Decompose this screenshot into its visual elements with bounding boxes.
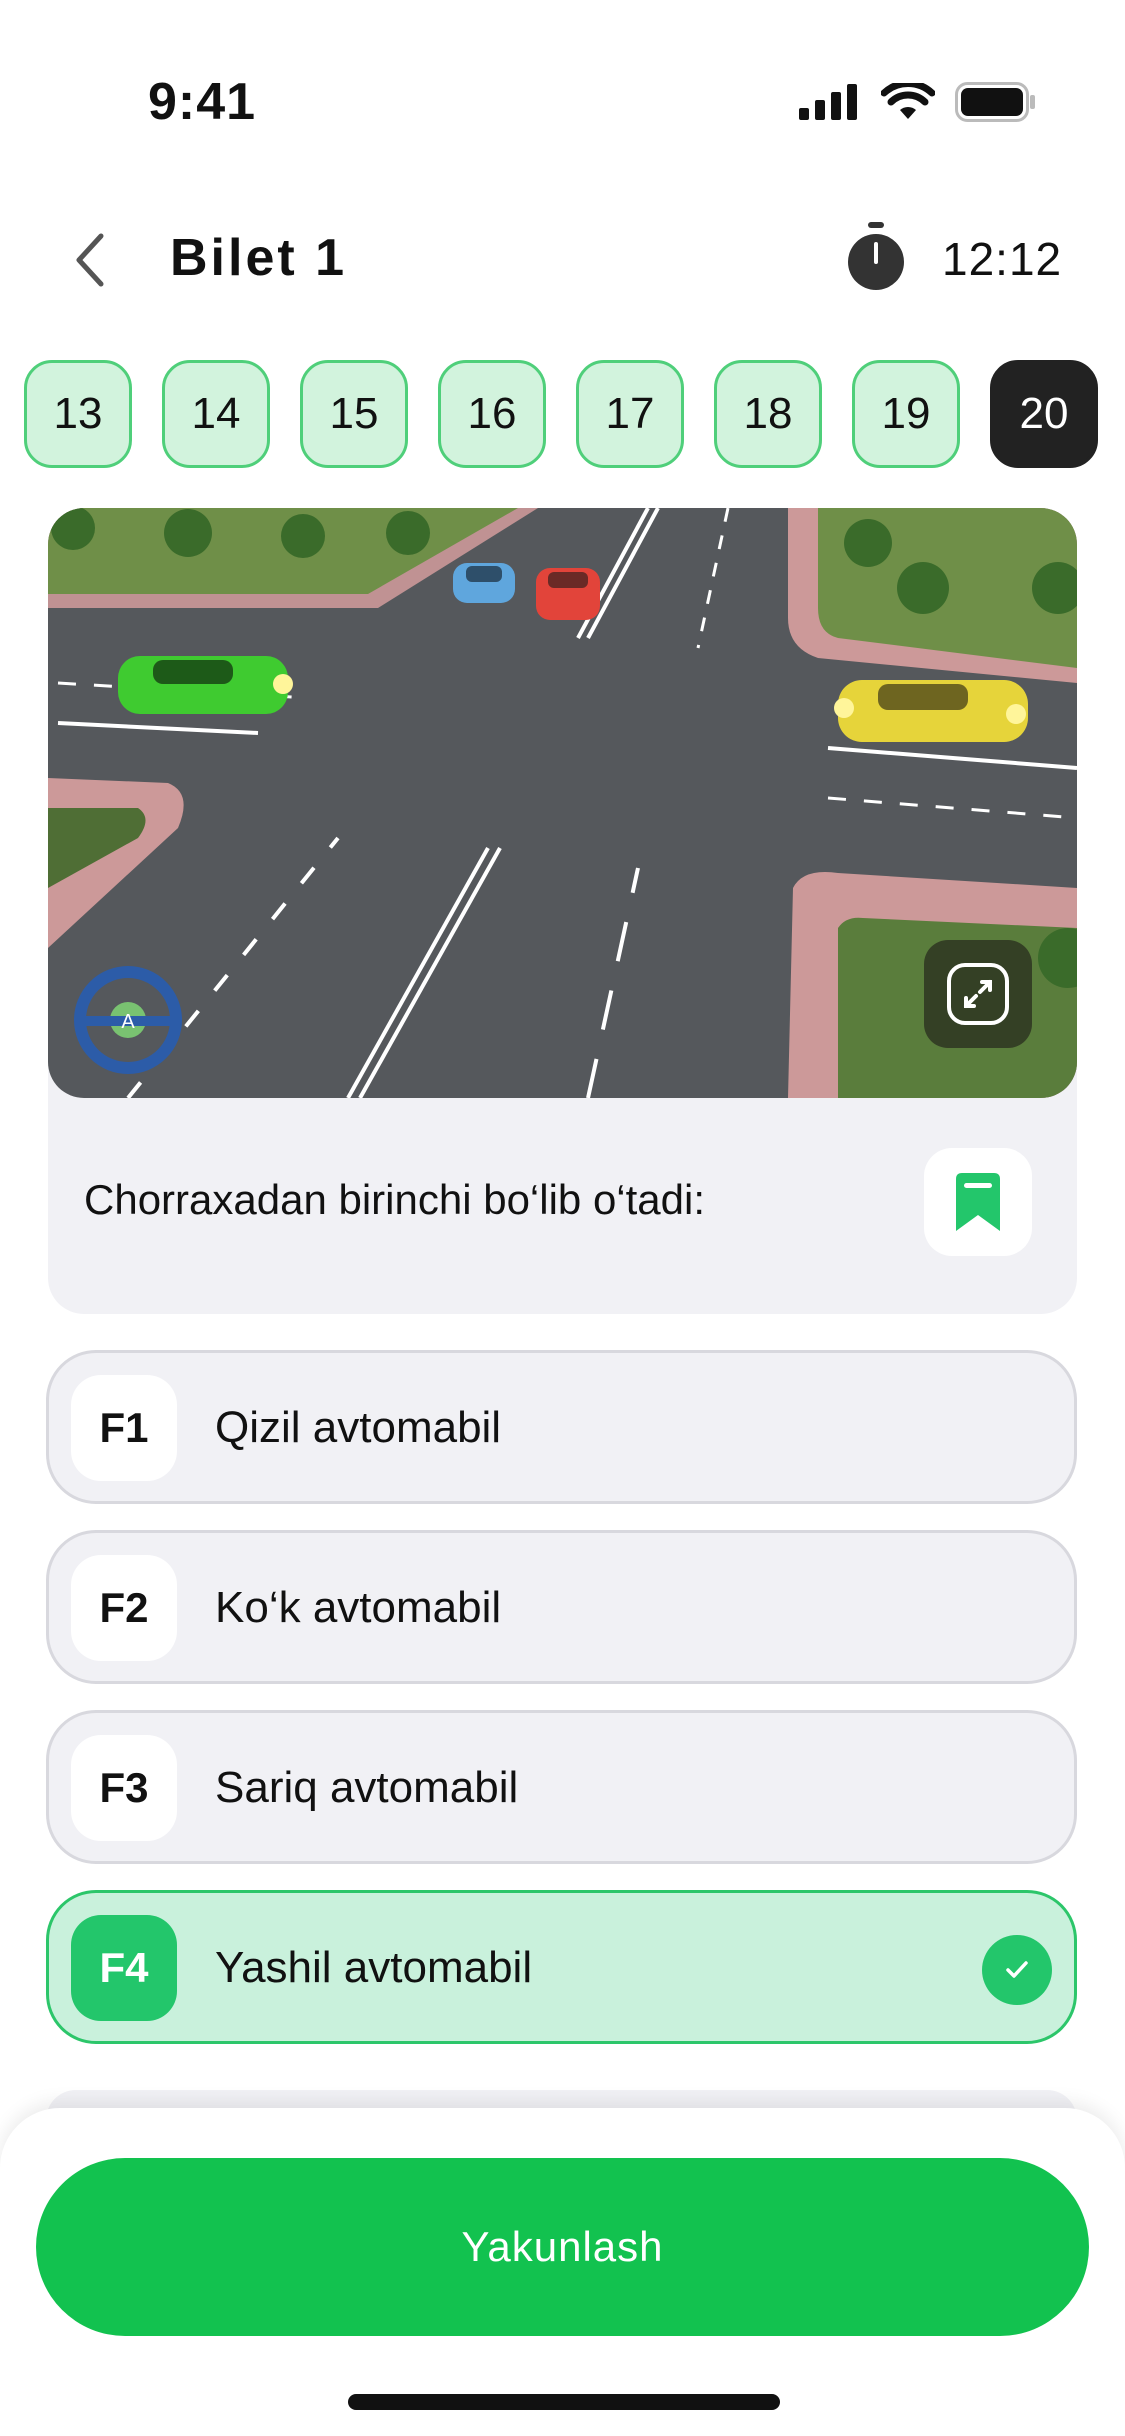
yellow-car [834, 680, 1028, 742]
answer-label: Sariq avtomabil [215, 1763, 519, 1812]
question-number-chip[interactable]: 15 [300, 360, 408, 468]
status-time: 9:41 [148, 73, 257, 131]
back-button[interactable] [60, 228, 120, 292]
cellular-signal-icon [799, 84, 857, 120]
page-title: Bilet 1 [170, 229, 348, 287]
expand-image-button[interactable] [924, 940, 1032, 1048]
answer-key: F3 [71, 1735, 177, 1841]
question-number-chip-active[interactable]: 20 [990, 360, 1098, 468]
timer-text: 12:12 [942, 233, 1063, 285]
header: Bilet 1 12:12 [0, 200, 1125, 320]
answer-key: F1 [71, 1375, 177, 1481]
question-number-chip[interactable]: 17 [576, 360, 684, 468]
answer-key: F2 [71, 1555, 177, 1661]
question-number-chip[interactable]: 13 [24, 360, 132, 468]
bookmark-icon [956, 1173, 1000, 1231]
stopwatch-icon [848, 222, 904, 290]
steering-wheel-letter: A [121, 1011, 135, 1033]
answer-option[interactable]: F1 Qizil avtomabil [46, 1350, 1077, 1504]
answer-label: Ko‘k avtomabil [215, 1583, 502, 1632]
home-indicator [348, 2394, 780, 2410]
answer-option[interactable]: F3 Sariq avtomabil [46, 1710, 1077, 1864]
answer-label: Yashil avtomabil [215, 1943, 533, 1992]
green-car [118, 656, 293, 714]
bottom-sheet: Yakunlash [0, 2108, 1125, 2436]
question-number-chip[interactable]: 18 [714, 360, 822, 468]
answer-option[interactable]: F2 Ko‘k avtomabil [46, 1530, 1077, 1684]
status-icons [799, 82, 1037, 122]
answer-option-selected[interactable]: F4 Yashil avtomabil [46, 1890, 1077, 2044]
battery-icon [955, 82, 1035, 122]
bookmark-button[interactable] [924, 1148, 1032, 1256]
question-number-strip: 13 14 15 16 17 18 19 20 [0, 360, 1125, 470]
question-text: Chorraxadan birinchi bo‘lib o‘tadi: [84, 1176, 706, 1223]
expand-icon [947, 963, 1009, 1025]
finish-button[interactable]: Yakunlash [36, 2158, 1089, 2336]
red-car [536, 568, 600, 620]
question-number-chip[interactable]: 16 [438, 360, 546, 468]
answer-key: F4 [71, 1915, 177, 2021]
back-chevron-icon [76, 233, 104, 287]
check-icon [982, 1935, 1052, 2005]
question-number-chip[interactable]: 14 [162, 360, 270, 468]
question-number-chip[interactable]: 19 [852, 360, 960, 468]
question-card: A Chorraxadan birinchi bo‘lib o‘tadi: [48, 508, 1077, 1314]
intersection-scene-image: A [48, 508, 1077, 1098]
wifi-icon [881, 83, 935, 119]
blue-car [453, 563, 515, 603]
status-bar: 9:41 [0, 0, 1125, 150]
answer-label: Qizil avtomabil [215, 1403, 502, 1452]
